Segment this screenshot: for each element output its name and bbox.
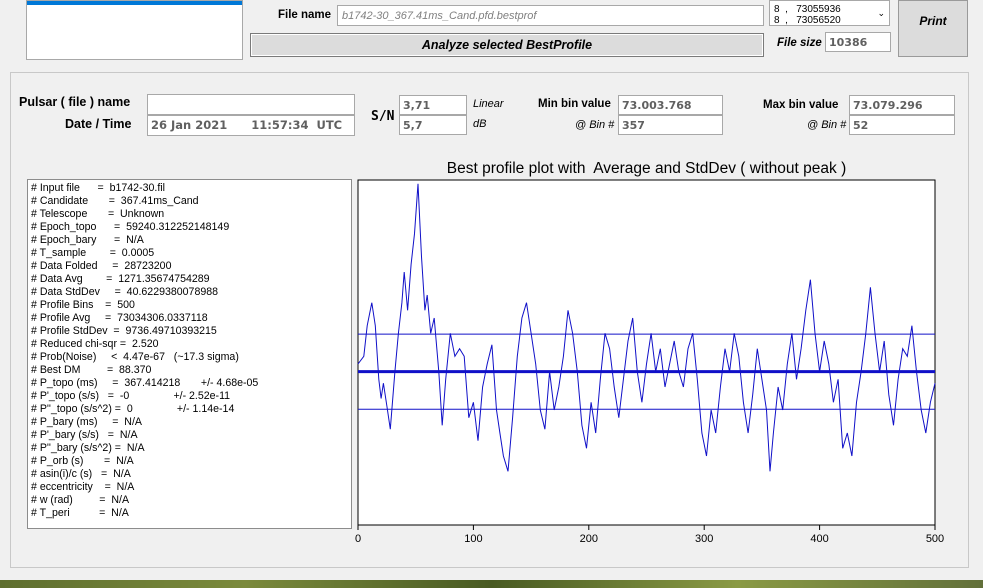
parameter-line: # T_sample = 0.0005	[31, 247, 155, 259]
print-button[interactable]: Print	[898, 0, 968, 57]
x-tick-label: 300	[695, 533, 713, 545]
sn-linear-value: 3,71	[403, 99, 431, 112]
parameter-line: # Profile Bins = 500	[31, 299, 135, 311]
parameter-line: # P_orb (s) = N/A	[31, 455, 134, 467]
min-bin-label: Min bin value	[538, 98, 611, 110]
print-button-label: Print	[919, 14, 947, 28]
parameter-line: # P'_topo (s/s) = -0 +/- 2.52e-11	[31, 390, 231, 402]
parameter-line: # Candidate = 367.41ms_Cand	[31, 195, 199, 207]
max-bin-label: Max bin value	[763, 99, 839, 111]
x-tick-label: 0	[355, 533, 361, 545]
min-bin-index-label: @ Bin #	[575, 119, 615, 131]
max-bin-value: 73.079.296	[853, 99, 923, 112]
pulsar-name-field[interactable]	[147, 94, 355, 115]
sn-linear-field: 3,71	[399, 95, 467, 115]
pulsar-name-label: Pulsar ( file ) name	[19, 95, 131, 109]
parameter-line: # Telescope = Unknown	[31, 208, 165, 220]
max-bin-value-field: 73.079.296	[849, 95, 955, 115]
dropdown-line-1: 8 , 73055936	[774, 4, 841, 15]
x-tick-label: 500	[926, 533, 944, 545]
parameters-panel: # Input file = b1742-30.fil # Candidate =…	[27, 179, 352, 529]
filesize-label: File size	[777, 37, 822, 49]
parameter-line: # Data Folded = 28723200	[31, 260, 172, 272]
profile-chart: 0 100 200 300 400 500	[355, 179, 944, 545]
sn-db-field: 5,7	[399, 115, 467, 135]
plot-area	[357, 179, 936, 526]
date-field: 26 Jan 2021 11:57:34 UTC	[147, 115, 355, 136]
filename-field[interactable]: b1742-30_367.41ms_Cand.pfd.bestprof	[337, 5, 764, 26]
parameter-line: # Prob(Noise) < 4.47e-67 (~17.3 sigma)	[31, 351, 239, 363]
parameter-line: # Epoch_topo = 59240.312252148149	[31, 221, 230, 233]
sn-db-value: 5,7	[403, 119, 423, 132]
filename-label: File name	[278, 9, 332, 21]
filename-value: b1742-30_367.41ms_Cand.pfd.bestprof	[342, 10, 537, 22]
desktop-strip	[0, 580, 983, 588]
parameter-line: # Data Avg = 1271.35674754289	[31, 273, 210, 285]
parameter-line: # Input file = b1742-30.fil	[31, 182, 165, 194]
filesize-value: 10386	[829, 36, 868, 49]
parameter-line: # asin(i)/c (s) = N/A	[31, 468, 131, 480]
max-bin-index-label: @ Bin #	[807, 119, 847, 131]
max-bin-index-field: 52	[849, 115, 955, 135]
sn-label: S/N	[371, 109, 395, 124]
parameter-line: # P'_bary (s/s) = N/A	[31, 429, 138, 441]
parameter-line: # P''_topo (s/s^2) = 0 +/- 1.14e-14	[31, 403, 235, 415]
file-list[interactable]	[26, 0, 243, 60]
chart-title: Best profile plot with Average and StdDe…	[446, 160, 847, 177]
parameter-line: # Profile Avg = 73034306.0337118	[31, 312, 208, 324]
parameter-line: # eccentricity = N/A	[31, 481, 135, 493]
pulsar-name-value	[148, 98, 151, 111]
parameter-line: # P_bary (ms) = N/A	[31, 416, 142, 428]
sn-db-unit: dB	[473, 118, 487, 130]
file-list-selected-row[interactable]	[27, 1, 242, 5]
filesize-field: 10386	[825, 32, 891, 52]
bin-dropdown[interactable]: 8 , 73055936 8 , 73056520 ⌄	[769, 0, 890, 26]
max-bin-index: 52	[853, 119, 869, 132]
parameter-line: # P_topo (ms) = 367.414218 +/- 4.68e-05	[31, 377, 259, 389]
date-value: 26 Jan 2021 11:57:34 UTC	[151, 118, 343, 132]
parameter-line: # Reduced chi-sqr = 2.520	[31, 338, 159, 350]
min-bin-value-field: 73.003.768	[618, 95, 723, 115]
dropdown-line-2: 8 , 73056520	[774, 15, 841, 26]
x-tick-label: 200	[580, 533, 598, 545]
parameter-line: # T_peri = N/A	[31, 507, 129, 519]
min-bin-index-field: 357	[618, 115, 723, 135]
parameter-line: # Data StdDev = 40.6229380078988	[31, 286, 219, 298]
date-label: Date / Time	[65, 117, 132, 131]
min-bin-index: 357	[622, 119, 645, 132]
sn-linear-unit: Linear	[473, 98, 504, 110]
x-tick-label: 400	[810, 533, 828, 545]
x-tick-label: 100	[464, 533, 482, 545]
parameter-line: # Epoch_bary = N/A	[31, 234, 144, 246]
analyze-button-label: Analyze selected BestProfile	[421, 38, 593, 52]
parameter-line: # Profile StdDev = 9736.49710393215	[31, 325, 217, 337]
min-bin-value: 73.003.768	[622, 99, 692, 112]
parameter-line: # w (rad) = N/A	[31, 494, 130, 506]
analyze-button[interactable]: Analyze selected BestProfile	[250, 33, 764, 57]
parameter-line: # Best DM = 88.370	[31, 364, 152, 376]
chevron-down-icon[interactable]: ⌄	[877, 8, 885, 19]
parameter-line: # P''_bary (s/s^2) = N/A	[31, 442, 145, 454]
